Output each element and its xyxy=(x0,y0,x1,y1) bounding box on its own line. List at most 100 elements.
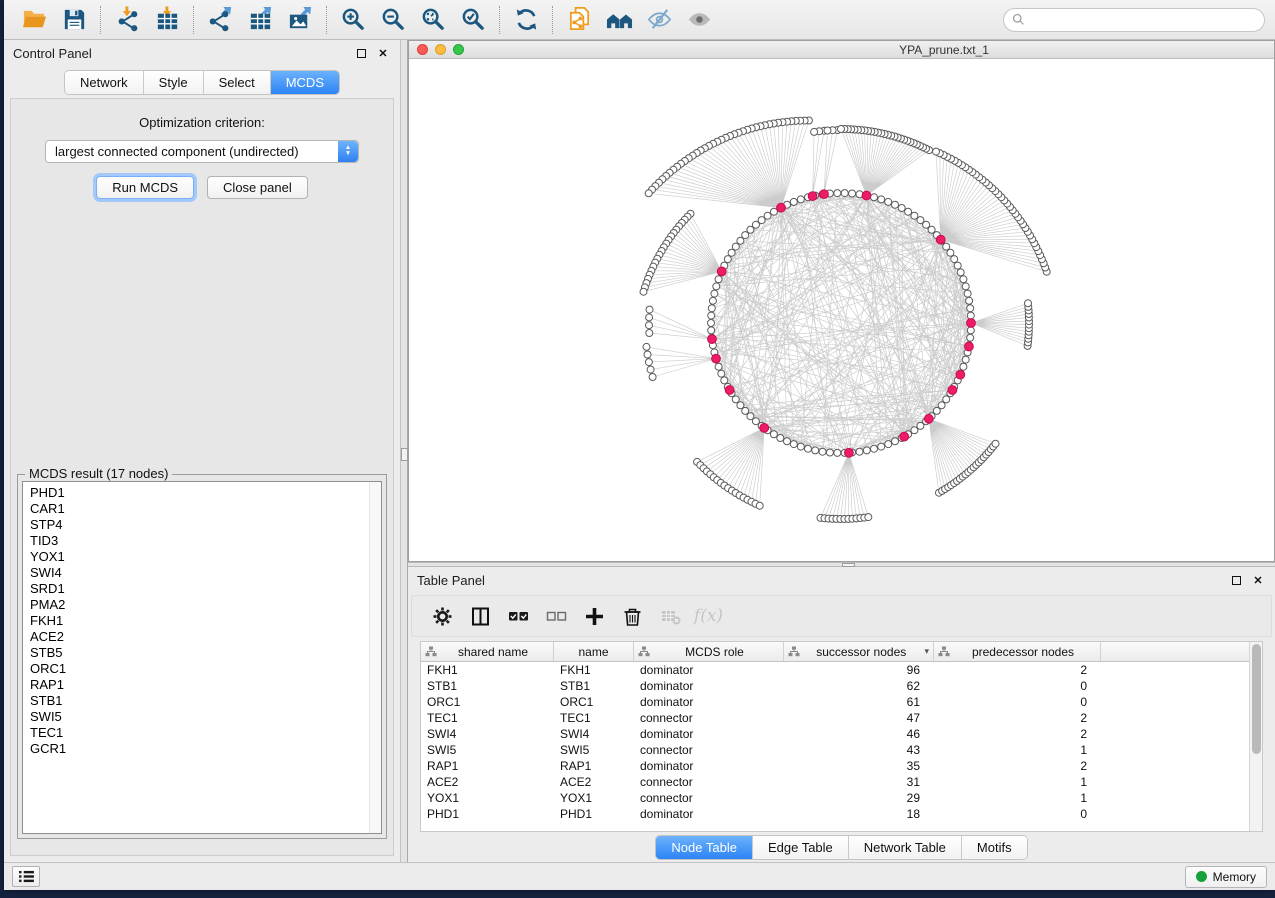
tab-network-table[interactable]: Network Table xyxy=(848,836,961,859)
result-list-item[interactable]: PHD1 xyxy=(30,485,381,501)
window-controls xyxy=(417,44,464,55)
result-list-item[interactable]: TID3 xyxy=(30,533,381,549)
result-list-item[interactable]: CAR1 xyxy=(30,501,381,517)
table-row[interactable]: RAP1RAP1dominator352 xyxy=(421,758,1262,774)
horizontal-splitter[interactable] xyxy=(408,562,1275,567)
refresh-view-button[interactable] xyxy=(506,3,546,37)
import-network-button[interactable] xyxy=(107,3,147,37)
add-entry-button[interactable] xyxy=(580,601,609,631)
save-session-icon xyxy=(61,6,88,33)
result-list-scrollbar[interactable] xyxy=(369,482,381,833)
save-session-button[interactable] xyxy=(54,3,94,37)
splitter-grip[interactable] xyxy=(842,563,855,567)
zoom-fit-button[interactable] xyxy=(413,3,453,37)
search-input[interactable] xyxy=(1030,13,1256,27)
tab-motifs[interactable]: Motifs xyxy=(961,836,1027,859)
scrollbar-thumb[interactable] xyxy=(1252,644,1261,754)
settings-button[interactable] xyxy=(428,601,457,631)
optimization-criterion-label: Optimization criterion: xyxy=(11,115,393,130)
table-row[interactable]: STB1STB1dominator620 xyxy=(421,678,1262,694)
table-scrollbar[interactable] xyxy=(1249,642,1262,831)
table-row[interactable]: YOX1YOX1connector291 xyxy=(421,790,1262,806)
result-list-item[interactable]: SWI5 xyxy=(30,709,381,725)
zoom-fit-icon xyxy=(420,6,447,33)
tab-network[interactable]: Network xyxy=(65,71,143,94)
table-row[interactable]: SWI4SWI4dominator462 xyxy=(421,726,1262,742)
result-list-item[interactable]: ORC1 xyxy=(30,661,381,677)
table-row[interactable]: FKH1FKH1dominator962 xyxy=(421,662,1262,678)
memory-button[interactable]: Memory xyxy=(1185,866,1267,888)
table-row[interactable]: PHD1PHD1dominator180 xyxy=(421,806,1262,822)
float-panel-icon[interactable] xyxy=(353,46,369,60)
column-header-successor-nodes[interactable]: successor nodes▾ xyxy=(784,642,934,661)
result-list-item[interactable]: FKH1 xyxy=(30,613,381,629)
tab-mcds[interactable]: MCDS xyxy=(270,71,339,94)
network-titlebar[interactable]: YPA_prune.txt_1 xyxy=(409,41,1274,59)
table-row[interactable]: ACE2ACE2connector311 xyxy=(421,774,1262,790)
column-header-MCDS-role[interactable]: MCDS role xyxy=(634,642,784,661)
import-table-button[interactable] xyxy=(147,3,187,37)
result-list-item[interactable]: YOX1 xyxy=(30,549,381,565)
function-builder-button[interactable]: f(x) xyxy=(694,601,723,631)
cell-name: PHD1 xyxy=(554,807,634,821)
clone-network-icon xyxy=(566,6,593,33)
result-list-item[interactable]: TEC1 xyxy=(30,725,381,741)
vertical-splitter[interactable] xyxy=(400,40,408,862)
mcds-result-list[interactable]: PHD1CAR1STP4TID3YOX1SWI4SRD1PMA2FKH1ACE2… xyxy=(22,481,382,834)
tab-node-table[interactable]: Node Table xyxy=(656,836,752,859)
zoom-window-icon[interactable] xyxy=(453,44,464,55)
result-list-item[interactable]: GCR1 xyxy=(30,741,381,757)
tab-select[interactable]: Select xyxy=(203,71,270,94)
column-header-shared-name[interactable]: shared name xyxy=(421,642,554,661)
export-table-button[interactable] xyxy=(240,3,280,37)
clone-network-button[interactable] xyxy=(559,3,599,37)
open-session-button[interactable] xyxy=(14,3,54,37)
result-list-item[interactable]: SWI4 xyxy=(30,565,381,581)
cell-predecessor-nodes: 0 xyxy=(934,679,1101,693)
node-tree-icon xyxy=(788,646,800,657)
destroy-table-button[interactable] xyxy=(656,601,685,631)
float-panel-icon[interactable] xyxy=(1228,573,1244,587)
zoom-selected-button[interactable] xyxy=(453,3,493,37)
result-list-item[interactable]: STB1 xyxy=(30,693,381,709)
status-menu-button[interactable] xyxy=(12,866,40,887)
zoom-out-icon xyxy=(380,6,407,33)
export-network-button[interactable] xyxy=(200,3,240,37)
select-all-icon xyxy=(508,606,529,627)
table-panel-header: Table Panel ✕ xyxy=(408,567,1275,593)
close-window-icon[interactable] xyxy=(417,44,428,55)
show-all-button[interactable] xyxy=(679,3,719,37)
cell-name: SWI5 xyxy=(554,743,634,757)
result-list-item[interactable]: STP4 xyxy=(30,517,381,533)
tab-edge-table[interactable]: Edge Table xyxy=(752,836,848,859)
select-all-button[interactable] xyxy=(504,601,533,631)
column-header-predecessor-nodes[interactable]: predecessor nodes xyxy=(934,642,1101,661)
table-row[interactable]: ORC1ORC1dominator610 xyxy=(421,694,1262,710)
criterion-select[interactable]: largest connected component (undirected)… xyxy=(45,140,359,163)
search-box[interactable] xyxy=(1003,8,1265,32)
hide-selected-button[interactable] xyxy=(639,3,679,37)
column-header-name[interactable]: name xyxy=(554,642,634,661)
network-canvas[interactable] xyxy=(409,59,1274,561)
result-list-item[interactable]: ACE2 xyxy=(30,629,381,645)
close-panel-button[interactable]: Close panel xyxy=(207,176,308,199)
result-list-item[interactable]: RAP1 xyxy=(30,677,381,693)
zoom-out-button[interactable] xyxy=(373,3,413,37)
run-mcds-button[interactable]: Run MCDS xyxy=(96,176,194,199)
close-panel-icon[interactable]: ✕ xyxy=(375,46,391,60)
table-row[interactable]: SWI5SWI5connector431 xyxy=(421,742,1262,758)
delete-entry-button[interactable] xyxy=(618,601,647,631)
close-panel-icon[interactable]: ✕ xyxy=(1250,573,1266,587)
export-image-button[interactable] xyxy=(280,3,320,37)
tab-style[interactable]: Style xyxy=(143,71,203,94)
first-neighbors-button[interactable] xyxy=(599,3,639,37)
result-list-item[interactable]: SRD1 xyxy=(30,581,381,597)
splitter-grip[interactable] xyxy=(401,448,408,461)
deselect-all-button[interactable] xyxy=(542,601,571,631)
zoom-in-button[interactable] xyxy=(333,3,373,37)
minimize-window-icon[interactable] xyxy=(435,44,446,55)
table-row[interactable]: TEC1TEC1connector472 xyxy=(421,710,1262,726)
result-list-item[interactable]: STB5 xyxy=(30,645,381,661)
show-columns-button[interactable] xyxy=(466,601,495,631)
result-list-item[interactable]: PMA2 xyxy=(30,597,381,613)
